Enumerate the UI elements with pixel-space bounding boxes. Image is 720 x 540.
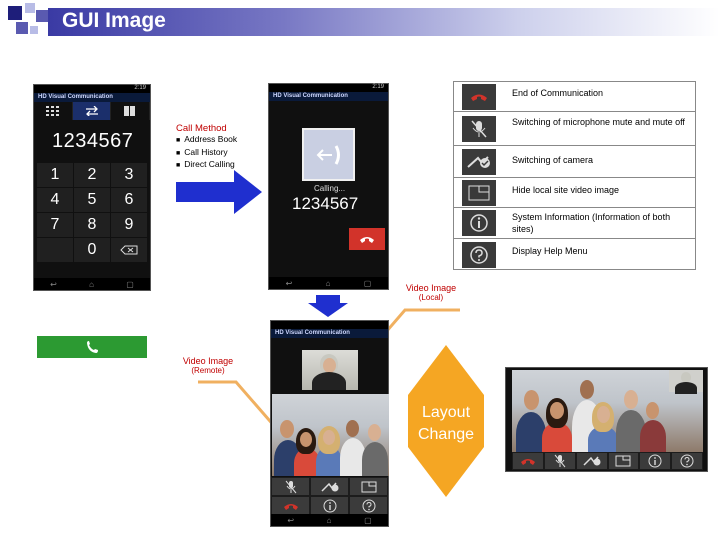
mic-mute-button[interactable] bbox=[271, 477, 310, 496]
portrait-video-phone: HD Visual Communication ↩ ⌂ ▢ bbox=[270, 320, 389, 527]
end-call-icon bbox=[520, 459, 535, 465]
recent-apps-icon[interactable]: ▢ bbox=[364, 516, 372, 525]
video-controls bbox=[271, 477, 388, 515]
local-video-thumbnail bbox=[302, 350, 358, 390]
camera-switch-button[interactable] bbox=[310, 477, 349, 496]
remote-video bbox=[512, 370, 703, 452]
end-call-button[interactable] bbox=[271, 496, 310, 515]
camera-switch-icon bbox=[320, 482, 338, 492]
info-icon bbox=[323, 499, 336, 512]
help-icon bbox=[680, 454, 694, 468]
camera-switch-button[interactable] bbox=[575, 452, 608, 470]
hide-local-video-icon bbox=[615, 455, 631, 467]
app-title-bar: HD Visual Communication bbox=[271, 329, 388, 338]
mic-mute-icon bbox=[285, 480, 296, 493]
app-title: Visual Communication bbox=[285, 330, 350, 336]
remote-video bbox=[272, 394, 389, 476]
help-button[interactable] bbox=[349, 496, 388, 515]
info-icon bbox=[648, 454, 662, 468]
android-nav-bar: ↩ ⌂ ▢ bbox=[271, 514, 388, 526]
home-icon[interactable]: ⌂ bbox=[327, 516, 332, 525]
end-call-icon bbox=[283, 503, 298, 510]
help-icon bbox=[362, 499, 375, 512]
mic-mute-icon bbox=[554, 454, 566, 468]
hide-local-video-button[interactable] bbox=[607, 452, 640, 470]
hide-local-video-icon bbox=[361, 481, 376, 492]
hide-local-video-button[interactable] bbox=[349, 477, 388, 496]
back-icon[interactable]: ↩ bbox=[287, 516, 294, 525]
info-button[interactable] bbox=[639, 452, 672, 470]
landscape-video-phone bbox=[505, 367, 708, 472]
layout-change-label: Layout Change bbox=[417, 404, 475, 443]
info-button[interactable] bbox=[310, 496, 349, 515]
help-button[interactable] bbox=[671, 452, 703, 470]
status-bar bbox=[271, 321, 388, 329]
local-video-inset bbox=[669, 370, 703, 394]
video-controls bbox=[512, 452, 703, 470]
camera-switch-icon bbox=[583, 456, 601, 466]
end-call-button[interactable] bbox=[512, 452, 544, 470]
mic-mute-button[interactable] bbox=[543, 452, 576, 470]
